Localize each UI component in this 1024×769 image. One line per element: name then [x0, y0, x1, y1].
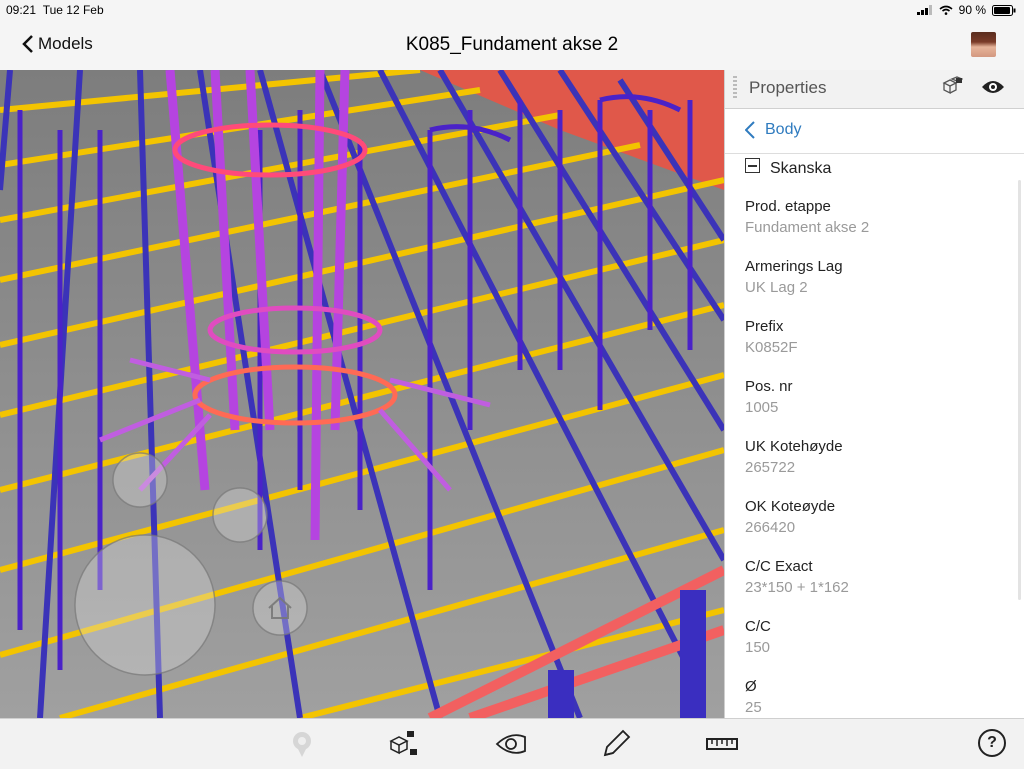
- page-title: K085_Fundament akse 2: [405, 34, 619, 55]
- property-value: Fundament akse 2: [745, 219, 870, 236]
- measure-icon: [706, 738, 738, 750]
- collapse-group-button[interactable]: [745, 158, 760, 173]
- properties-header: Properties: [725, 70, 1024, 109]
- status-time-date: 09:21 Tue 12 Feb: [6, 3, 104, 17]
- pin-button[interactable]: [284, 727, 320, 761]
- battery-percent: 90 %: [958, 3, 986, 17]
- property-row: C/C 150: [725, 602, 1024, 662]
- property-value: 266420: [745, 519, 796, 536]
- chevron-left-icon: [745, 121, 755, 139]
- objects-icon: [389, 731, 417, 755]
- nav-bar: Models K085_Fundament akse 2: [0, 20, 1024, 71]
- property-key: C/C Exact: [745, 558, 813, 575]
- objects-button[interactable]: [386, 727, 422, 761]
- eye-icon[interactable]: [981, 79, 1005, 95]
- property-key: Armerings Lag: [745, 258, 843, 275]
- panel-resize-handle[interactable]: [733, 76, 737, 98]
- back-to-body-button[interactable]: Body: [745, 121, 801, 139]
- property-value: 1005: [745, 399, 779, 416]
- status-bar: 09:21 Tue 12 Feb 90 %: [0, 0, 1024, 20]
- avatar[interactable]: [971, 32, 996, 57]
- property-value: 23*150 + 1*162: [745, 579, 849, 596]
- property-value: 25: [745, 699, 762, 716]
- eye-view-icon: [495, 734, 526, 754]
- model-viewport[interactable]: [0, 70, 724, 718]
- property-row: Prefix K0852F: [725, 302, 1024, 362]
- pin-icon: [293, 732, 311, 757]
- signal-icon: [916, 5, 932, 15]
- walk-down-control[interactable]: [213, 488, 267, 542]
- property-row: Armerings Lag UK Lag 2: [725, 242, 1024, 302]
- property-row: Prod. etappe Fundament akse 2: [725, 182, 1024, 242]
- status-indicators: 90 %: [916, 3, 1016, 17]
- property-key: Prefix: [745, 318, 784, 335]
- property-key: UK Kotehøyde: [745, 438, 843, 455]
- property-key: C/C: [745, 618, 771, 635]
- property-value: K0852F: [745, 339, 798, 356]
- bottom-toolbar: ?: [0, 718, 1024, 769]
- orbit-control[interactable]: [113, 453, 167, 507]
- property-value: 150: [745, 639, 771, 656]
- property-row: OK Koteøyde 266420: [725, 482, 1024, 542]
- property-value: 265722: [745, 459, 796, 476]
- home-view-button[interactable]: [253, 581, 307, 635]
- property-row: C/C Exact 23*150 + 1*162: [725, 542, 1024, 602]
- home-icon: [268, 596, 292, 619]
- property-key: Pos. nr: [745, 378, 793, 395]
- property-key: OK Koteøyde: [745, 498, 836, 515]
- wifi-icon: [939, 5, 953, 15]
- body-breadcrumb: Body: [725, 109, 1024, 154]
- properties-title: Properties: [749, 78, 827, 97]
- property-key: Prod. etappe: [745, 198, 831, 215]
- battery-icon: [992, 4, 1016, 16]
- measure-button[interactable]: [704, 727, 740, 761]
- properties-panel: Properties Body Skanska Prod. etappe Fun…: [724, 70, 1024, 718]
- property-row: UK Kotehøyde 265722: [725, 422, 1024, 482]
- property-row: Ø 25: [725, 662, 1024, 718]
- property-row: Pos. nr 1005: [725, 362, 1024, 422]
- cubes-icon[interactable]: [941, 76, 963, 98]
- property-key: Ø: [745, 678, 757, 695]
- markup-button[interactable]: [598, 727, 634, 761]
- properties-scrollbar[interactable]: [1018, 180, 1021, 600]
- body-label: Body: [765, 121, 802, 138]
- markup-pencil-icon: [603, 729, 631, 757]
- property-value: UK Lag 2: [745, 279, 808, 296]
- group-name: Skanska: [770, 160, 832, 177]
- help-button[interactable]: ?: [978, 729, 1006, 757]
- property-group-header: Skanska: [725, 154, 1024, 182]
- joystick-control[interactable]: [75, 535, 215, 675]
- view-mode-button[interactable]: [494, 727, 530, 761]
